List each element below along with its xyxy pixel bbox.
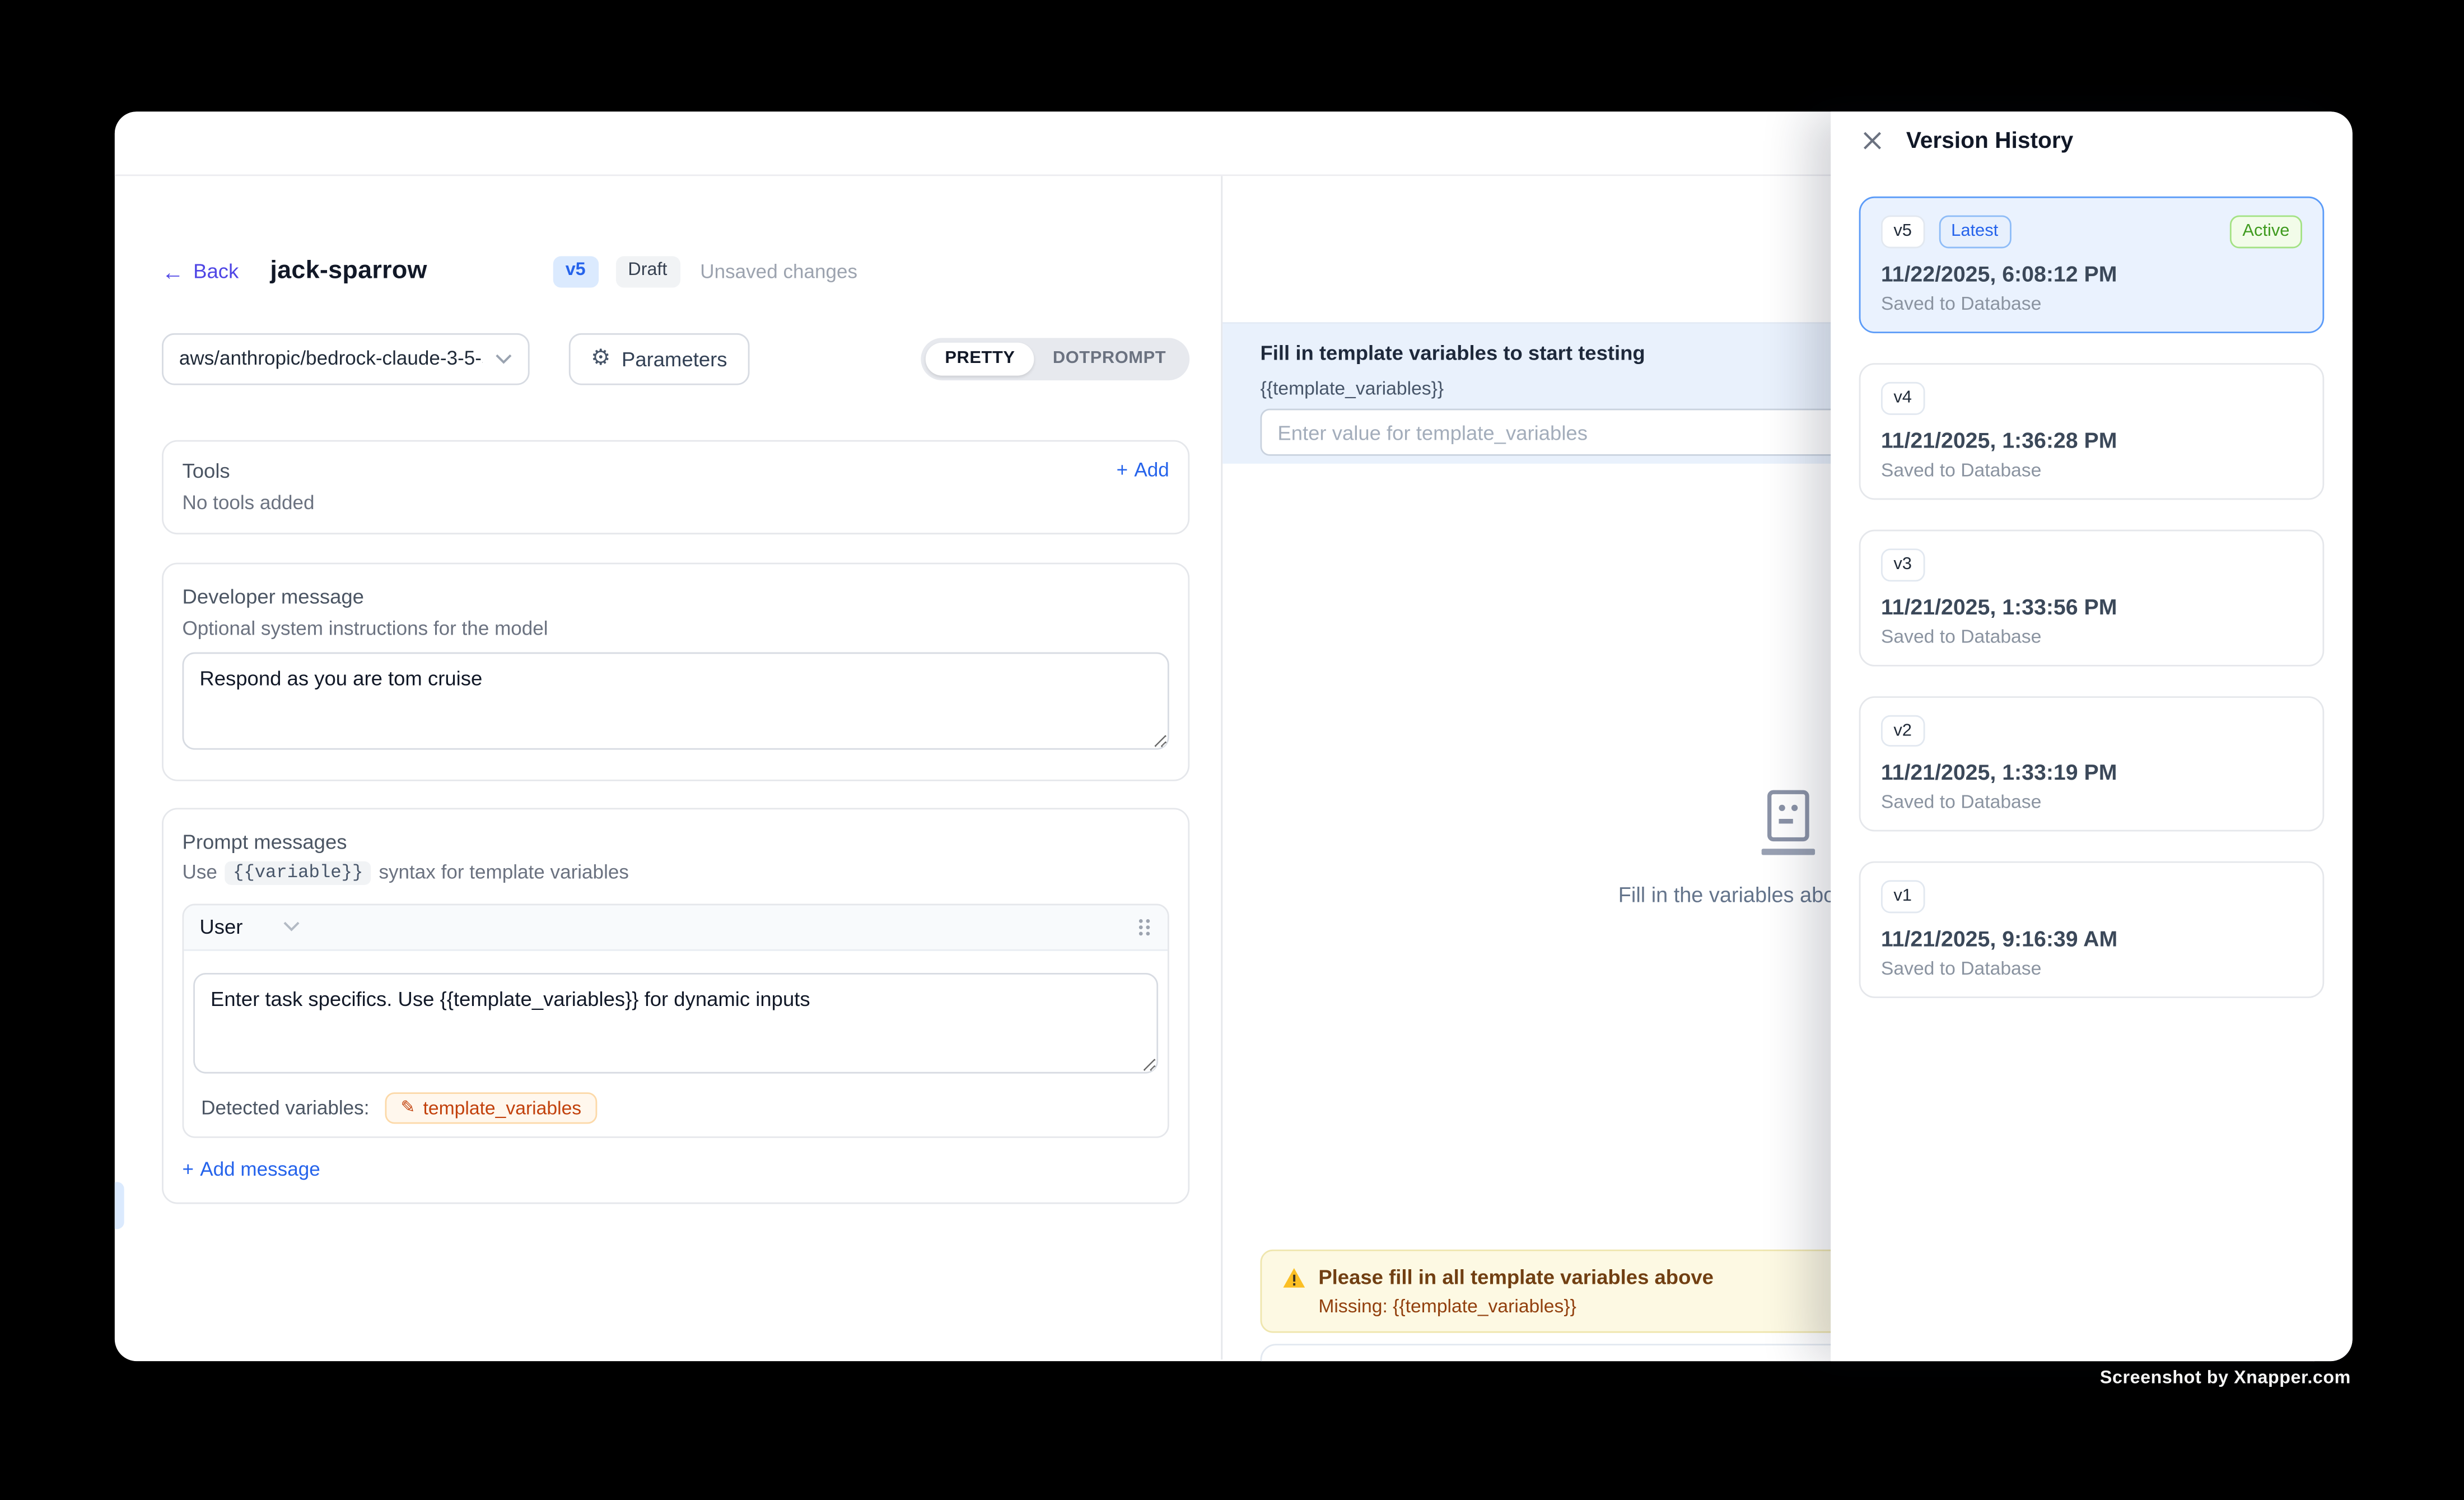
version-number-badge: v5	[1881, 215, 1925, 248]
prompt-editor-column: ← Back jack-sparrow v5 Draft Unsaved cha…	[115, 176, 1221, 1359]
tools-title: Tools	[183, 459, 230, 482]
toggle-dotprompt[interactable]: DOTPROMPT	[1034, 342, 1185, 375]
format-toggle: PRETTY DOTPROMPT	[921, 338, 1189, 380]
version-number-badge: v1	[1881, 881, 1925, 913]
prompt-messages-title: Prompt messages	[183, 830, 1169, 853]
prompt-messages-card: Prompt messages Use {{variable}} syntax …	[162, 808, 1189, 1204]
toolbar: aws/anthropic/bedrock-claude-3-5-s... ⚙ …	[162, 333, 1189, 385]
version-timestamp: 11/21/2025, 9:16:39 AM	[1881, 926, 2302, 951]
detected-variables-row: Detected variables: ✎ template_variables	[193, 1092, 1158, 1124]
unsaved-changes-text: Unsaved changes	[700, 261, 857, 283]
chevron-down-icon	[283, 921, 301, 933]
gear-icon: ⚙	[591, 348, 610, 370]
add-message-button[interactable]: + Add message	[183, 1158, 320, 1180]
version-status: Saved to Database	[1881, 791, 2302, 813]
message-header: User	[184, 905, 1168, 951]
back-arrow-icon: ←	[162, 261, 184, 283]
template-variable-chip-label: template_variables	[423, 1097, 582, 1119]
version-history-title: Version History	[1906, 128, 2074, 153]
role-select[interactable]: User	[199, 915, 301, 939]
left-edge-tab[interactable]	[115, 1182, 124, 1229]
pencil-icon: ✎	[401, 1098, 416, 1118]
prompt-messages-subtitle: Use {{variable}} syntax for template var…	[183, 861, 1169, 884]
stage: ← Back jack-sparrow v5 Draft Unsaved cha…	[0, 0, 2464, 1499]
version-card-v3[interactable]: v3 11/21/2025, 1:33:56 PM Saved to Datab…	[1859, 529, 2325, 666]
watermark-text: Screenshot by Xnapper.com	[2100, 1369, 2351, 1388]
detected-variables-label: Detected variables:	[201, 1097, 369, 1119]
subtitle-suffix: syntax for template variables	[379, 862, 628, 884]
close-icon[interactable]	[1859, 127, 1886, 154]
version-timestamp: 11/21/2025, 1:36:28 PM	[1881, 427, 2302, 452]
breadcrumb: ← Back jack-sparrow v5 Draft Unsaved cha…	[162, 256, 1189, 287]
drag-handle-icon[interactable]	[1136, 916, 1152, 938]
variable-syntax-chip: {{variable}}	[225, 861, 371, 884]
version-timestamp: 11/22/2025, 6:08:12 PM	[1881, 260, 2302, 286]
add-tool-button[interactable]: + Add	[1117, 459, 1169, 481]
version-status: Saved to Database	[1881, 958, 2302, 980]
subtitle-prefix: Use	[183, 862, 217, 884]
developer-message-title: Developer message	[183, 584, 1169, 608]
draft-badge: Draft	[615, 256, 680, 287]
version-number-badge: v3	[1881, 548, 1925, 580]
latest-badge: Latest	[1939, 215, 2011, 248]
back-label: Back	[193, 260, 239, 283]
message-input[interactable]: Enter task specifics. Use {{template_var…	[193, 972, 1158, 1073]
bot-face-icon	[1758, 789, 1818, 860]
version-timestamp: 11/21/2025, 1:33:19 PM	[1881, 760, 2302, 785]
version-card-v5[interactable]: v5 Latest Active 11/22/2025, 6:08:12 PM …	[1859, 197, 2325, 333]
tools-empty-text: No tools added	[183, 492, 1169, 514]
version-number-badge: v2	[1881, 714, 1925, 747]
warning-title: Please fill in all template variables ab…	[1318, 1265, 1714, 1289]
page-title: jack-sparrow	[270, 258, 427, 286]
message-body: Enter task specifics. Use {{template_var…	[184, 951, 1168, 1136]
parameters-label: Parameters	[622, 347, 727, 371]
warning-icon	[1282, 1266, 1306, 1288]
version-timestamp: 11/21/2025, 1:33:56 PM	[1881, 593, 2302, 618]
version-card-v1[interactable]: v1 11/21/2025, 9:16:39 AM Saved to Datab…	[1859, 862, 2325, 999]
version-history-header: Version History	[1859, 127, 2325, 154]
template-variable-chip[interactable]: ✎ template_variables	[385, 1092, 598, 1124]
version-status: Saved to Database	[1881, 292, 2302, 314]
plus-icon: +	[183, 1158, 194, 1180]
role-value: User	[199, 915, 242, 939]
version-badge: v5	[553, 256, 598, 287]
version-number-badge: v4	[1881, 381, 1925, 414]
developer-message-card: Developer message Optional system instru…	[162, 562, 1189, 781]
developer-message-subtitle: Optional system instructions for the mod…	[183, 617, 1169, 639]
version-status: Saved to Database	[1881, 625, 2302, 647]
back-button[interactable]: ← Back	[162, 260, 239, 283]
version-card-v4[interactable]: v4 11/21/2025, 1:36:28 PM Saved to Datab…	[1859, 363, 2325, 500]
plus-icon: +	[1117, 459, 1128, 481]
version-status: Saved to Database	[1881, 459, 2302, 481]
model-select-value: aws/anthropic/bedrock-claude-3-5-s...	[179, 348, 483, 370]
active-badge: Active	[2230, 215, 2302, 248]
title-badges: v5 Draft	[553, 256, 680, 287]
model-select[interactable]: aws/anthropic/bedrock-claude-3-5-s...	[162, 333, 530, 385]
message-block: User	[183, 903, 1169, 1138]
toggle-pretty[interactable]: PRETTY	[926, 342, 1034, 375]
version-history-panel: Version History v5 Latest Active 11/22/2…	[1831, 111, 2353, 1361]
version-card-v2[interactable]: v2 11/21/2025, 1:33:19 PM Saved to Datab…	[1859, 696, 2325, 832]
parameters-button[interactable]: ⚙ Parameters	[569, 333, 749, 385]
developer-message-input[interactable]: Respond as you are tom cruise	[183, 652, 1169, 749]
chevron-down-icon	[495, 353, 512, 365]
add-tool-label: Add	[1134, 459, 1169, 481]
add-message-label: Add message	[200, 1158, 320, 1180]
tools-card: Tools + Add No tools added	[162, 440, 1189, 534]
